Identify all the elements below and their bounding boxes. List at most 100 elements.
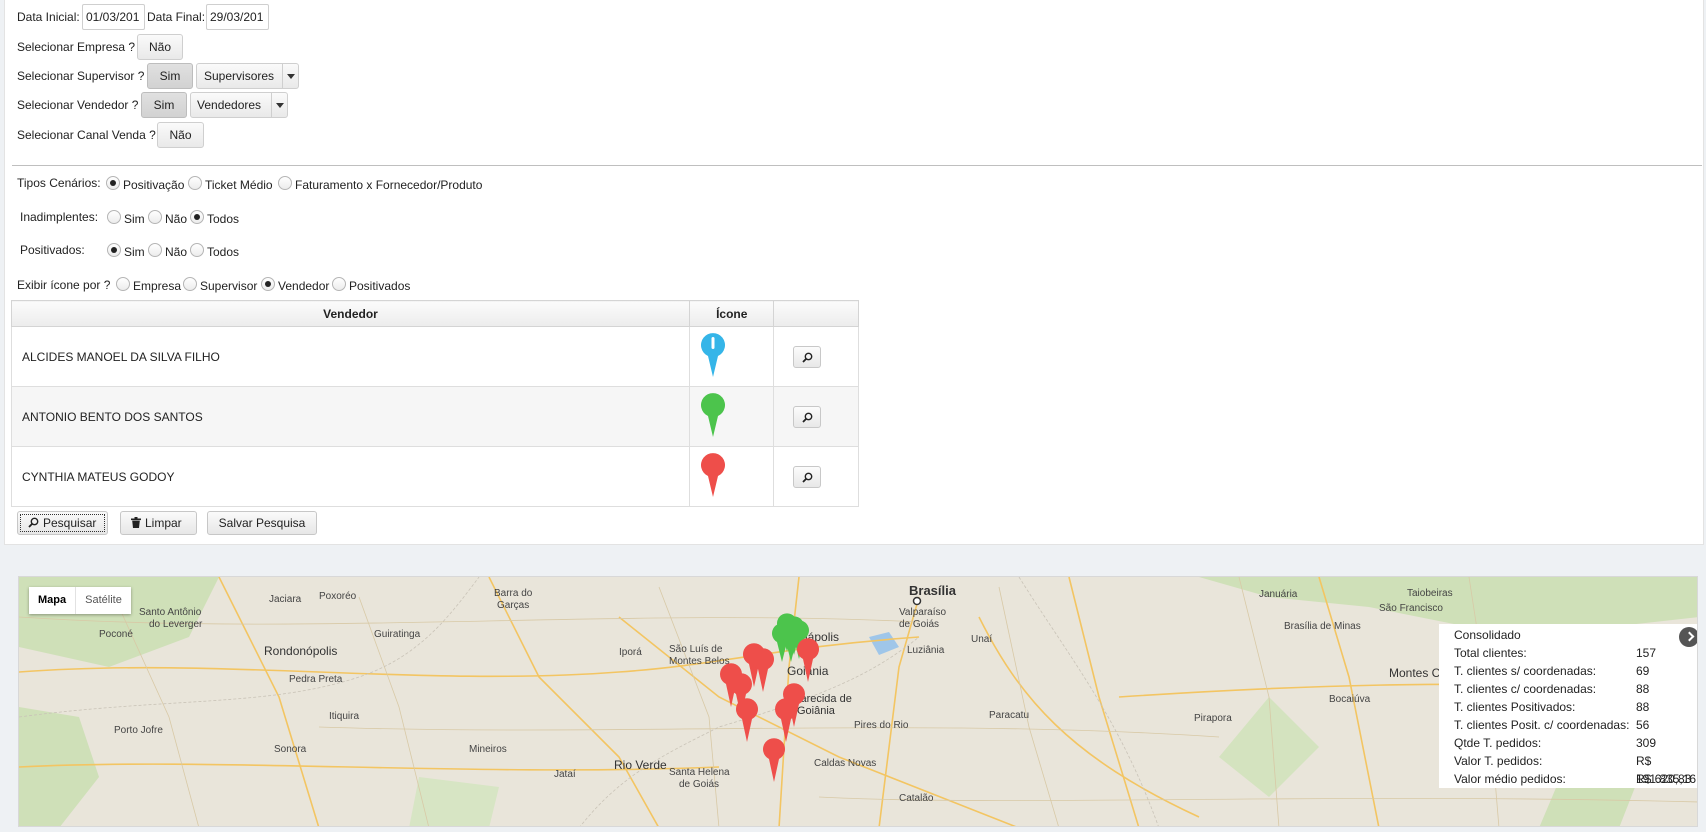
radio-exibir-supervisor[interactable]: [183, 277, 197, 291]
map-label-barra: Barra do: [494, 588, 533, 599]
map-capital-marker: [912, 596, 922, 606]
vendedor-table: Vendedor Ícone ALCIDES MANOEL DA SILVA F…: [11, 300, 859, 507]
supervisor-select-value: Supervisores: [204, 69, 275, 83]
info-value: 69: [1636, 664, 1650, 678]
map-label-caldas-novas: Caldas Novas: [814, 758, 876, 769]
map-label-bocaiuva: Bocaiúva: [1329, 694, 1371, 705]
info-value: 88: [1636, 682, 1650, 696]
supervisor-select[interactable]: Supervisores: [196, 63, 299, 89]
radio-faturamento[interactable]: [278, 176, 292, 190]
limpar-label: Limpar: [145, 516, 182, 530]
view-vendedor-button[interactable]: [793, 345, 822, 368]
info-row: T. clientes Posit. c/ coordenadas: 56: [1454, 716, 1697, 734]
map-label-itiquira: Itiquira: [329, 711, 359, 722]
search-icon: [28, 517, 39, 528]
info-value: 309: [1636, 736, 1657, 750]
data-final-input[interactable]: 29/03/201: [206, 4, 269, 30]
map-label-poxoreo: Poxoréo: [319, 591, 357, 602]
radio-faturamento-label: Faturamento x Fornecedor/Produto: [295, 178, 483, 192]
radio-ticket-medio-label: Ticket Médio: [205, 178, 273, 192]
salvar-pesquisa-button[interactable]: Salvar Pesquisa: [207, 511, 317, 535]
map-label-rio-verde: Rio Verde: [614, 758, 667, 772]
map-type-map-button[interactable]: Mapa: [29, 587, 75, 614]
info-value: 56: [1636, 718, 1650, 732]
info-value: R$ 620,83: [1636, 772, 1692, 786]
info-value: 157: [1636, 646, 1657, 660]
info-row: T. clientes c/ coordenadas: 88: [1454, 680, 1697, 698]
map-label-taiobeiras: Taiobeiras: [1407, 588, 1453, 599]
map-type-satellite-button[interactable]: Satélite: [75, 587, 131, 614]
view-vendedor-button[interactable]: [793, 465, 822, 488]
map-label-luziania: Luziânia: [907, 645, 945, 656]
map-label-leverger: do Leverger: [149, 619, 203, 630]
data-inicial-input[interactable]: 01/03/201: [82, 4, 145, 30]
radio-positivados-nao[interactable]: [148, 243, 162, 257]
vendedor-select[interactable]: Vendedores: [190, 92, 288, 118]
pin-icon-cell: [688, 326, 775, 387]
limpar-button[interactable]: Limpar: [120, 511, 197, 535]
info-label: T. clientes Posit. c/ coordenadas:: [1454, 718, 1630, 732]
map-label-garcas: Garças: [497, 600, 529, 611]
radio-inadimplentes-nao-label: Não: [165, 212, 188, 226]
data-final-label: Data Final:: [147, 10, 206, 24]
map-label-santa-helena: Santa Helena: [669, 767, 730, 778]
radio-positivados-sim[interactable]: [107, 243, 121, 257]
map-label-pirapora: Pirapora: [1194, 713, 1232, 724]
map-label-brasilia-de-minas: Brasília de Minas: [1284, 621, 1361, 632]
map-label-goias: de Goiás: [679, 779, 719, 790]
blue-pin-icon: [701, 333, 725, 377]
radio-positivacao-label: Positivação: [123, 178, 185, 192]
tipos-cenarios-label: Tipos Cenários:: [17, 176, 101, 190]
radio-positivados-todos[interactable]: [190, 243, 204, 257]
map-label-pocone: Poconé: [99, 629, 133, 640]
canal-venda-label: Selecionar Canal Venda ?: [17, 128, 156, 142]
red-pin-icon: [701, 453, 725, 497]
radio-ticket-medio[interactable]: [188, 176, 202, 190]
radio-exibir-vendedor[interactable]: [261, 277, 275, 291]
table-row: ALCIDES MANOEL DA SILVA FILHO: [11, 326, 859, 387]
map-label-guiratinga: Guiratinga: [374, 629, 421, 640]
map-label-jaciara: Jaciara: [269, 594, 302, 605]
radio-inadimplentes-todos[interactable]: [190, 210, 204, 224]
info-label: Total clientes:: [1454, 646, 1527, 660]
map-label-unai: Unaí: [971, 634, 992, 645]
map-type-control: Mapa Satélite: [29, 587, 131, 614]
radio-inadimplentes-sim[interactable]: [107, 210, 121, 224]
radio-exibir-positivados[interactable]: [332, 277, 346, 291]
trash-icon: [131, 517, 141, 528]
radio-exibir-empresa[interactable]: [116, 277, 130, 291]
info-row: Total clientes: 157: [1454, 644, 1697, 662]
view-vendedor-button[interactable]: [793, 405, 822, 428]
info-label: Valor T. pedidos:: [1454, 754, 1543, 768]
table-row: ANTONIO BENTO DOS SANTOS: [11, 386, 859, 447]
canal-venda-toggle-button[interactable]: Não: [157, 122, 204, 148]
info-label: Qtde T. pedidos:: [1454, 736, 1542, 750]
pin-icon-cell: [688, 386, 775, 447]
map-label-pires-do-rio: Pires do Rio: [854, 720, 909, 731]
info-label: T. clientes s/ coordenadas:: [1454, 664, 1597, 678]
map-label-jatai: Jataí: [554, 769, 576, 780]
column-header-icone: Ícone: [688, 300, 775, 327]
radio-inadimplentes-sim-label: Sim: [124, 212, 145, 226]
info-label: Valor médio pedidos:: [1454, 772, 1566, 786]
radio-exibir-positivados-label: Positivados: [349, 279, 411, 293]
inadimplentes-label: Inadimplentes:: [20, 210, 99, 224]
radio-positivacao[interactable]: [106, 176, 120, 190]
radio-exibir-supervisor-label: Supervisor: [200, 279, 258, 293]
pesquisar-button[interactable]: Pesquisar: [17, 511, 108, 535]
radio-inadimplentes-todos-label: Todos: [207, 212, 240, 226]
map[interactable]: Brasília Anápolis Goiânia Aparecida de G…: [18, 576, 1698, 827]
info-label: T. clientes c/ coordenadas:: [1454, 682, 1597, 696]
vendedor-name-cell: ALCIDES MANOEL DA SILVA FILHO: [11, 326, 690, 387]
supervisor-label: Selecionar Supervisor ?: [17, 69, 145, 83]
chevron-down-icon[interactable]: [282, 64, 298, 88]
radio-inadimplentes-nao[interactable]: [148, 210, 162, 224]
supervisor-toggle-button[interactable]: Sim: [147, 63, 193, 89]
empresa-toggle-button[interactable]: Não: [137, 34, 183, 60]
vendedor-toggle-button[interactable]: Sim: [141, 92, 187, 118]
map-label-goiania2: Goiânia: [797, 705, 836, 717]
chevron-down-icon[interactable]: [271, 93, 287, 117]
chevron-right-icon[interactable]: [1679, 627, 1697, 647]
map-label-montes-belos: Montes Belos: [669, 656, 730, 667]
vendedor-name-cell: ANTONIO BENTO DOS SANTOS: [11, 386, 690, 447]
